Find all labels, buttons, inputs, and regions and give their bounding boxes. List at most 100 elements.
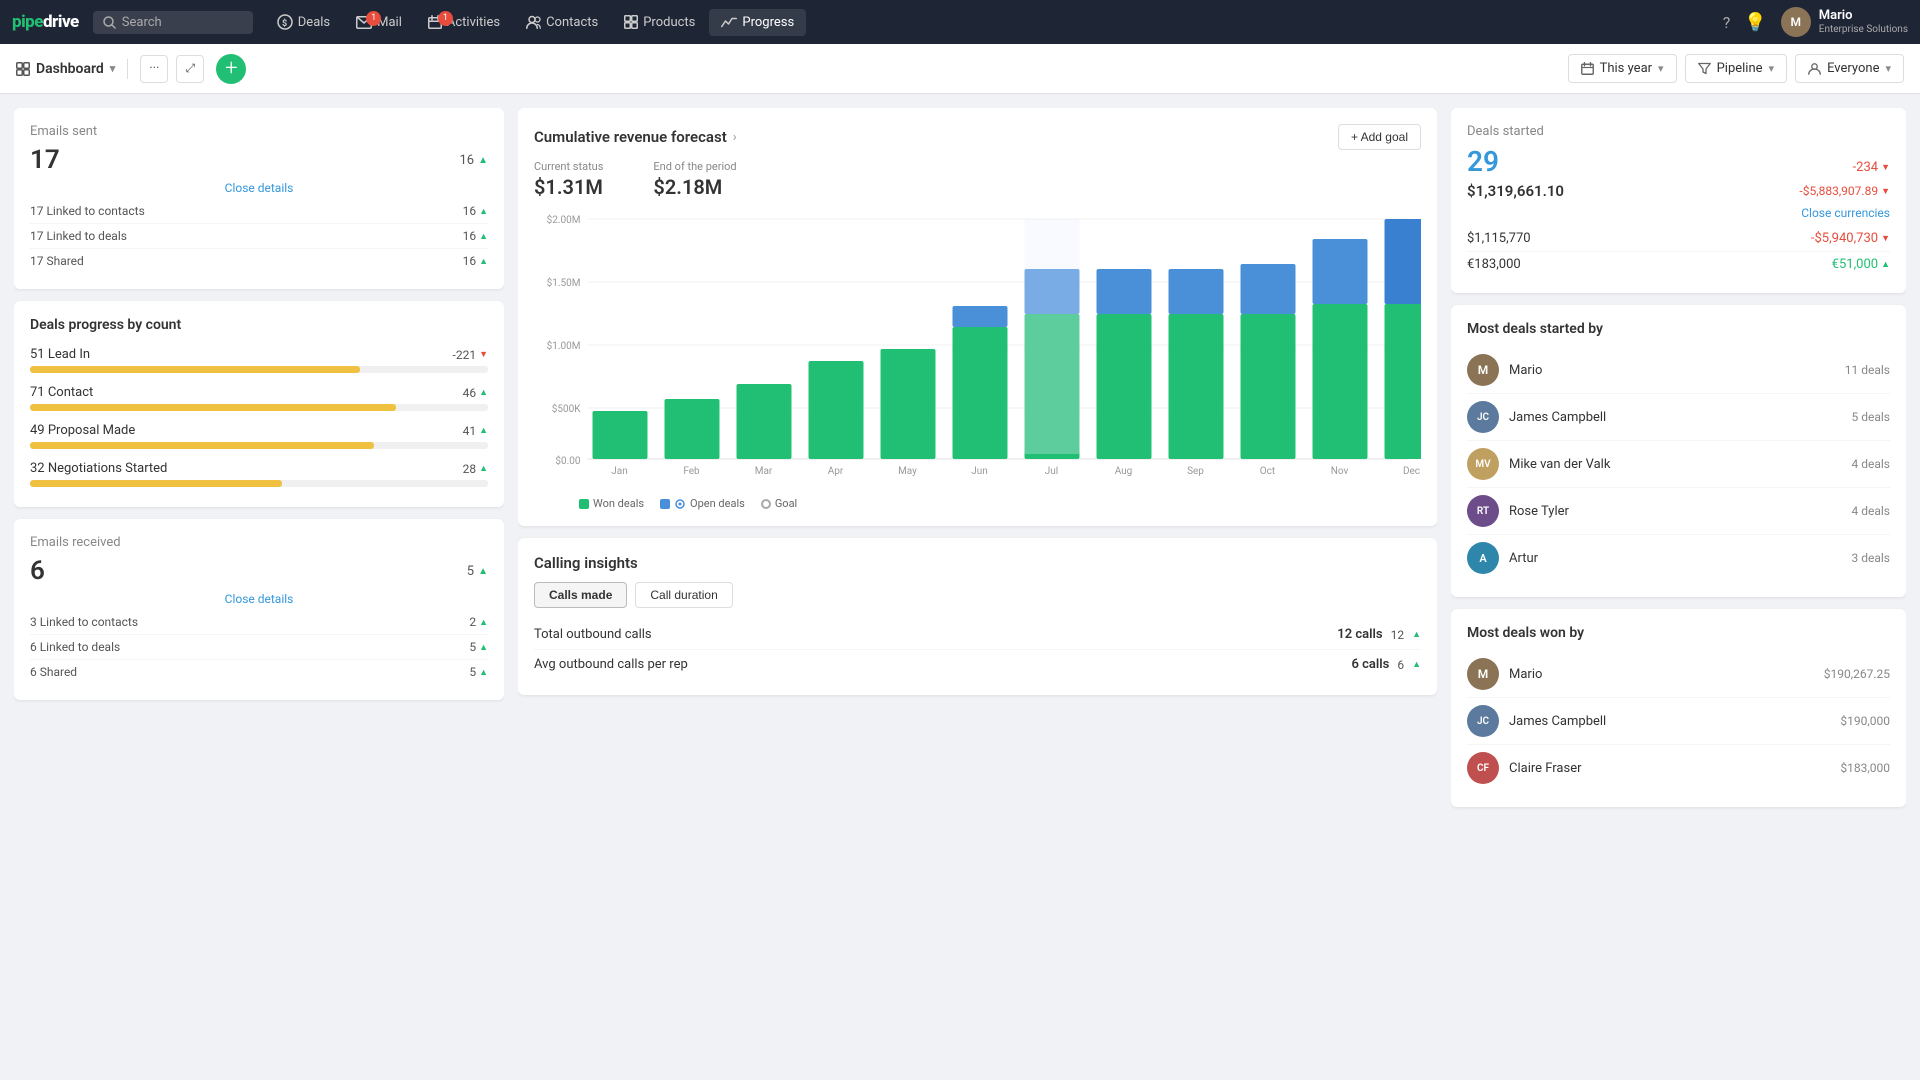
products-icon bbox=[624, 15, 638, 29]
agent-deals-3: 4 deals bbox=[1852, 504, 1891, 518]
dashboard-icon bbox=[16, 62, 30, 76]
insights-row-0: Total outbound calls 12 calls 12 ▲ bbox=[534, 620, 1421, 650]
add-widget-btn[interactable]: + bbox=[216, 54, 246, 84]
calendar-icon bbox=[1581, 62, 1594, 75]
top-nav: pipedrive Search $ Deals Mail 1 Activiti… bbox=[0, 0, 1920, 44]
won-deals-0: $190,267.25 bbox=[1824, 667, 1890, 681]
calls-made-tab[interactable]: Calls made bbox=[534, 582, 627, 608]
most-started-title: Most deals started by bbox=[1467, 321, 1890, 337]
nav-item-progress[interactable]: Progress bbox=[709, 9, 806, 36]
nav-right: ? 💡 M Mario Enterprise Solutions bbox=[1723, 7, 1908, 37]
nav-activities-label: Activities bbox=[447, 15, 500, 30]
user-profile[interactable]: M Mario Enterprise Solutions bbox=[1781, 7, 1908, 37]
emails-sent-row-0: 17 Linked to contacts 16▲ bbox=[30, 199, 488, 224]
deals-progress-card: Deals progress by count 51 Lead In -221▼… bbox=[14, 301, 504, 507]
emails-received-close-details[interactable]: Close details bbox=[30, 592, 488, 606]
pipeline-icon bbox=[1698, 62, 1711, 75]
most-started-card: Most deals started by M Mario 11 deals J… bbox=[1451, 305, 1906, 597]
call-duration-tab[interactable]: Call duration bbox=[635, 582, 732, 608]
nav-contacts-label: Contacts bbox=[546, 15, 598, 30]
toolbar-filters: This year ▾ Pipeline ▾ Everyone ▾ bbox=[1568, 54, 1904, 83]
agent-name-0: Mario bbox=[1509, 363, 1835, 378]
assignee-filter-btn[interactable]: Everyone ▾ bbox=[1795, 54, 1904, 83]
notifications-icon[interactable]: 💡 bbox=[1744, 12, 1766, 33]
open-deals-chart-icon bbox=[674, 498, 686, 510]
calling-insights-card: Calling insights Calls made Call duratio… bbox=[518, 538, 1437, 695]
close-currencies-btn[interactable]: Close currencies bbox=[1467, 206, 1890, 220]
assignee-chevron: ▾ bbox=[1885, 62, 1891, 75]
most-won-title: Most deals won by bbox=[1467, 625, 1890, 641]
nav-item-mail[interactable]: Mail 1 bbox=[344, 9, 414, 36]
nav-item-deals[interactable]: $ Deals bbox=[265, 8, 342, 36]
emails-received-count: 6 bbox=[30, 556, 45, 586]
nav-deals-label: Deals bbox=[298, 15, 330, 30]
deals-started-count: 29 bbox=[1467, 145, 1499, 178]
nav-item-products[interactable]: Products bbox=[612, 9, 707, 36]
won-name-1: James Campbell bbox=[1509, 714, 1830, 729]
left-column: Emails sent 17 16 ▲ Close details 17 Lin… bbox=[14, 108, 504, 1066]
add-goal-btn[interactable]: + Add goal bbox=[1338, 124, 1421, 150]
more-options-btn[interactable]: ··· bbox=[140, 55, 168, 83]
svg-text:Jul: Jul bbox=[1045, 466, 1058, 477]
end-period: End of the period $2.18M bbox=[653, 160, 736, 199]
deals-icon: $ bbox=[277, 14, 293, 30]
forecast-arrow-icon: › bbox=[733, 130, 737, 145]
agent-avatar-4: A bbox=[1467, 542, 1499, 574]
middle-column: Cumulative revenue forecast › + Add goal… bbox=[518, 108, 1437, 1066]
won-deals-2: $183,000 bbox=[1840, 761, 1890, 775]
won-avatar-0: M bbox=[1467, 658, 1499, 690]
emails-sent-card: Emails sent 17 16 ▲ Close details 17 Lin… bbox=[14, 108, 504, 289]
svg-text:May: May bbox=[898, 466, 917, 477]
svg-text:Aug: Aug bbox=[1115, 466, 1133, 477]
period-label: This year bbox=[1600, 61, 1652, 76]
emails-received-title: Emails received bbox=[30, 535, 488, 550]
svg-text:Mar: Mar bbox=[755, 466, 773, 477]
emails-sent-row-1: 17 Linked to deals 16▲ bbox=[30, 224, 488, 249]
bar-chart-container: $2.00M $1.50M $1.00M $500K $0.00 bbox=[534, 209, 1421, 510]
assignee-label: Everyone bbox=[1827, 61, 1879, 76]
period-filter-btn[interactable]: This year ▾ bbox=[1568, 54, 1677, 83]
emails-received-rows: 3 Linked to contacts 2▲ 6 Linked to deal… bbox=[30, 610, 488, 684]
nav-item-activities[interactable]: Activities 1 bbox=[416, 9, 512, 36]
won-avatar-2: CF bbox=[1467, 752, 1499, 784]
emails-sent-arrow: ▲ bbox=[478, 155, 488, 166]
svg-text:$1.00M: $1.00M bbox=[547, 339, 581, 352]
emails-sent-delta: 16 bbox=[459, 153, 474, 168]
agent-avatar-3: RT bbox=[1467, 495, 1499, 527]
svg-text:Oct: Oct bbox=[1260, 466, 1275, 477]
agent-deals-0: 11 deals bbox=[1845, 363, 1890, 377]
emails-sent-close-details[interactable]: Close details bbox=[30, 181, 488, 195]
won-agent-row-2: CF Claire Fraser $183,000 bbox=[1467, 745, 1890, 791]
expand-btn[interactable]: ⤢ bbox=[176, 55, 204, 83]
avg-outbound-value: 6 calls bbox=[1351, 657, 1389, 672]
agent-avatar-2: MV bbox=[1467, 448, 1499, 480]
insights-title: Calling insights bbox=[534, 554, 1421, 572]
user-name: Mario bbox=[1819, 8, 1908, 25]
won-name-2: Claire Fraser bbox=[1509, 761, 1830, 776]
legend-won: Won deals bbox=[579, 497, 644, 510]
emails-rec-row-1: 6 Linked to deals 5▲ bbox=[30, 635, 488, 660]
agent-deals-2: 4 deals bbox=[1852, 457, 1891, 471]
emails-sent-rows: 17 Linked to contacts 16▲ 17 Linked to d… bbox=[30, 199, 488, 273]
search-box[interactable]: Search bbox=[93, 11, 253, 34]
outbound-value: 12 calls bbox=[1337, 627, 1382, 642]
agent-row-4: A Artur 3 deals bbox=[1467, 535, 1890, 581]
emails-received-card: Emails received 6 5 ▲ Close details 3 Li… bbox=[14, 519, 504, 700]
nav-item-contacts[interactable]: Contacts bbox=[514, 9, 610, 36]
won-agent-row-0: M Mario $190,267.25 bbox=[1467, 651, 1890, 698]
person-icon bbox=[1808, 62, 1821, 75]
help-icon[interactable]: ? bbox=[1723, 13, 1731, 32]
mail-badge: 1 bbox=[366, 11, 381, 26]
pipeline-filter-btn[interactable]: Pipeline ▾ bbox=[1685, 54, 1787, 83]
end-period-value: $2.18M bbox=[653, 175, 736, 199]
svg-text:Feb: Feb bbox=[683, 466, 700, 477]
logo[interactable]: pipedrive bbox=[12, 12, 79, 32]
prog-row-2: 49 Proposal Made 41▲ bbox=[30, 423, 488, 449]
agent-row-0: M Mario 11 deals bbox=[1467, 347, 1890, 394]
dashboard-label-btn[interactable]: Dashboard ▾ bbox=[16, 61, 115, 77]
insights-tabs: Calls made Call duration bbox=[534, 582, 1421, 608]
contacts-icon bbox=[526, 15, 541, 29]
agent-name-4: Artur bbox=[1509, 551, 1842, 566]
insights-row-1: Avg outbound calls per rep 6 calls 6 ▲ bbox=[534, 650, 1421, 679]
toolbar-sep1 bbox=[127, 59, 128, 79]
